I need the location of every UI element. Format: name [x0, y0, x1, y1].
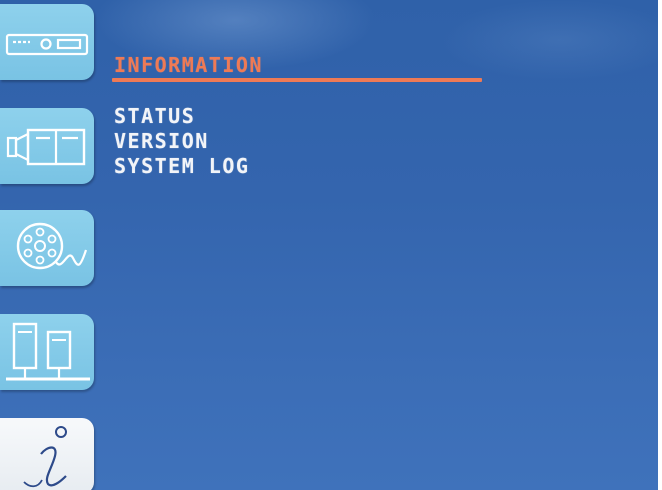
info-menu: STATUS VERSION SYSTEM LOG: [114, 104, 249, 179]
screen: INFORMATION STATUS VERSION SYSTEM LOG: [0, 0, 658, 490]
sidebar-item-camera[interactable]: [0, 108, 94, 184]
disk-icon: [16, 222, 88, 270]
sidebar-item-disk[interactable]: [0, 210, 94, 286]
menu-item-version[interactable]: VERSION: [114, 129, 249, 154]
menu-item-system-log[interactable]: SYSTEM LOG: [114, 154, 249, 179]
title-underline: [112, 78, 482, 82]
sidebar-item-dvr[interactable]: [0, 4, 94, 80]
info-icon: [23, 426, 67, 488]
menu-item-status[interactable]: STATUS: [114, 104, 249, 129]
page-title: INFORMATION: [114, 53, 263, 77]
network-icon: [6, 322, 90, 381]
sidebar-item-network[interactable]: [0, 314, 94, 390]
sidebar-item-info[interactable]: [0, 418, 94, 490]
camera-icon: [6, 128, 86, 166]
dvr-recorder-icon: [5, 33, 89, 56]
sidebar: [0, 0, 96, 490]
